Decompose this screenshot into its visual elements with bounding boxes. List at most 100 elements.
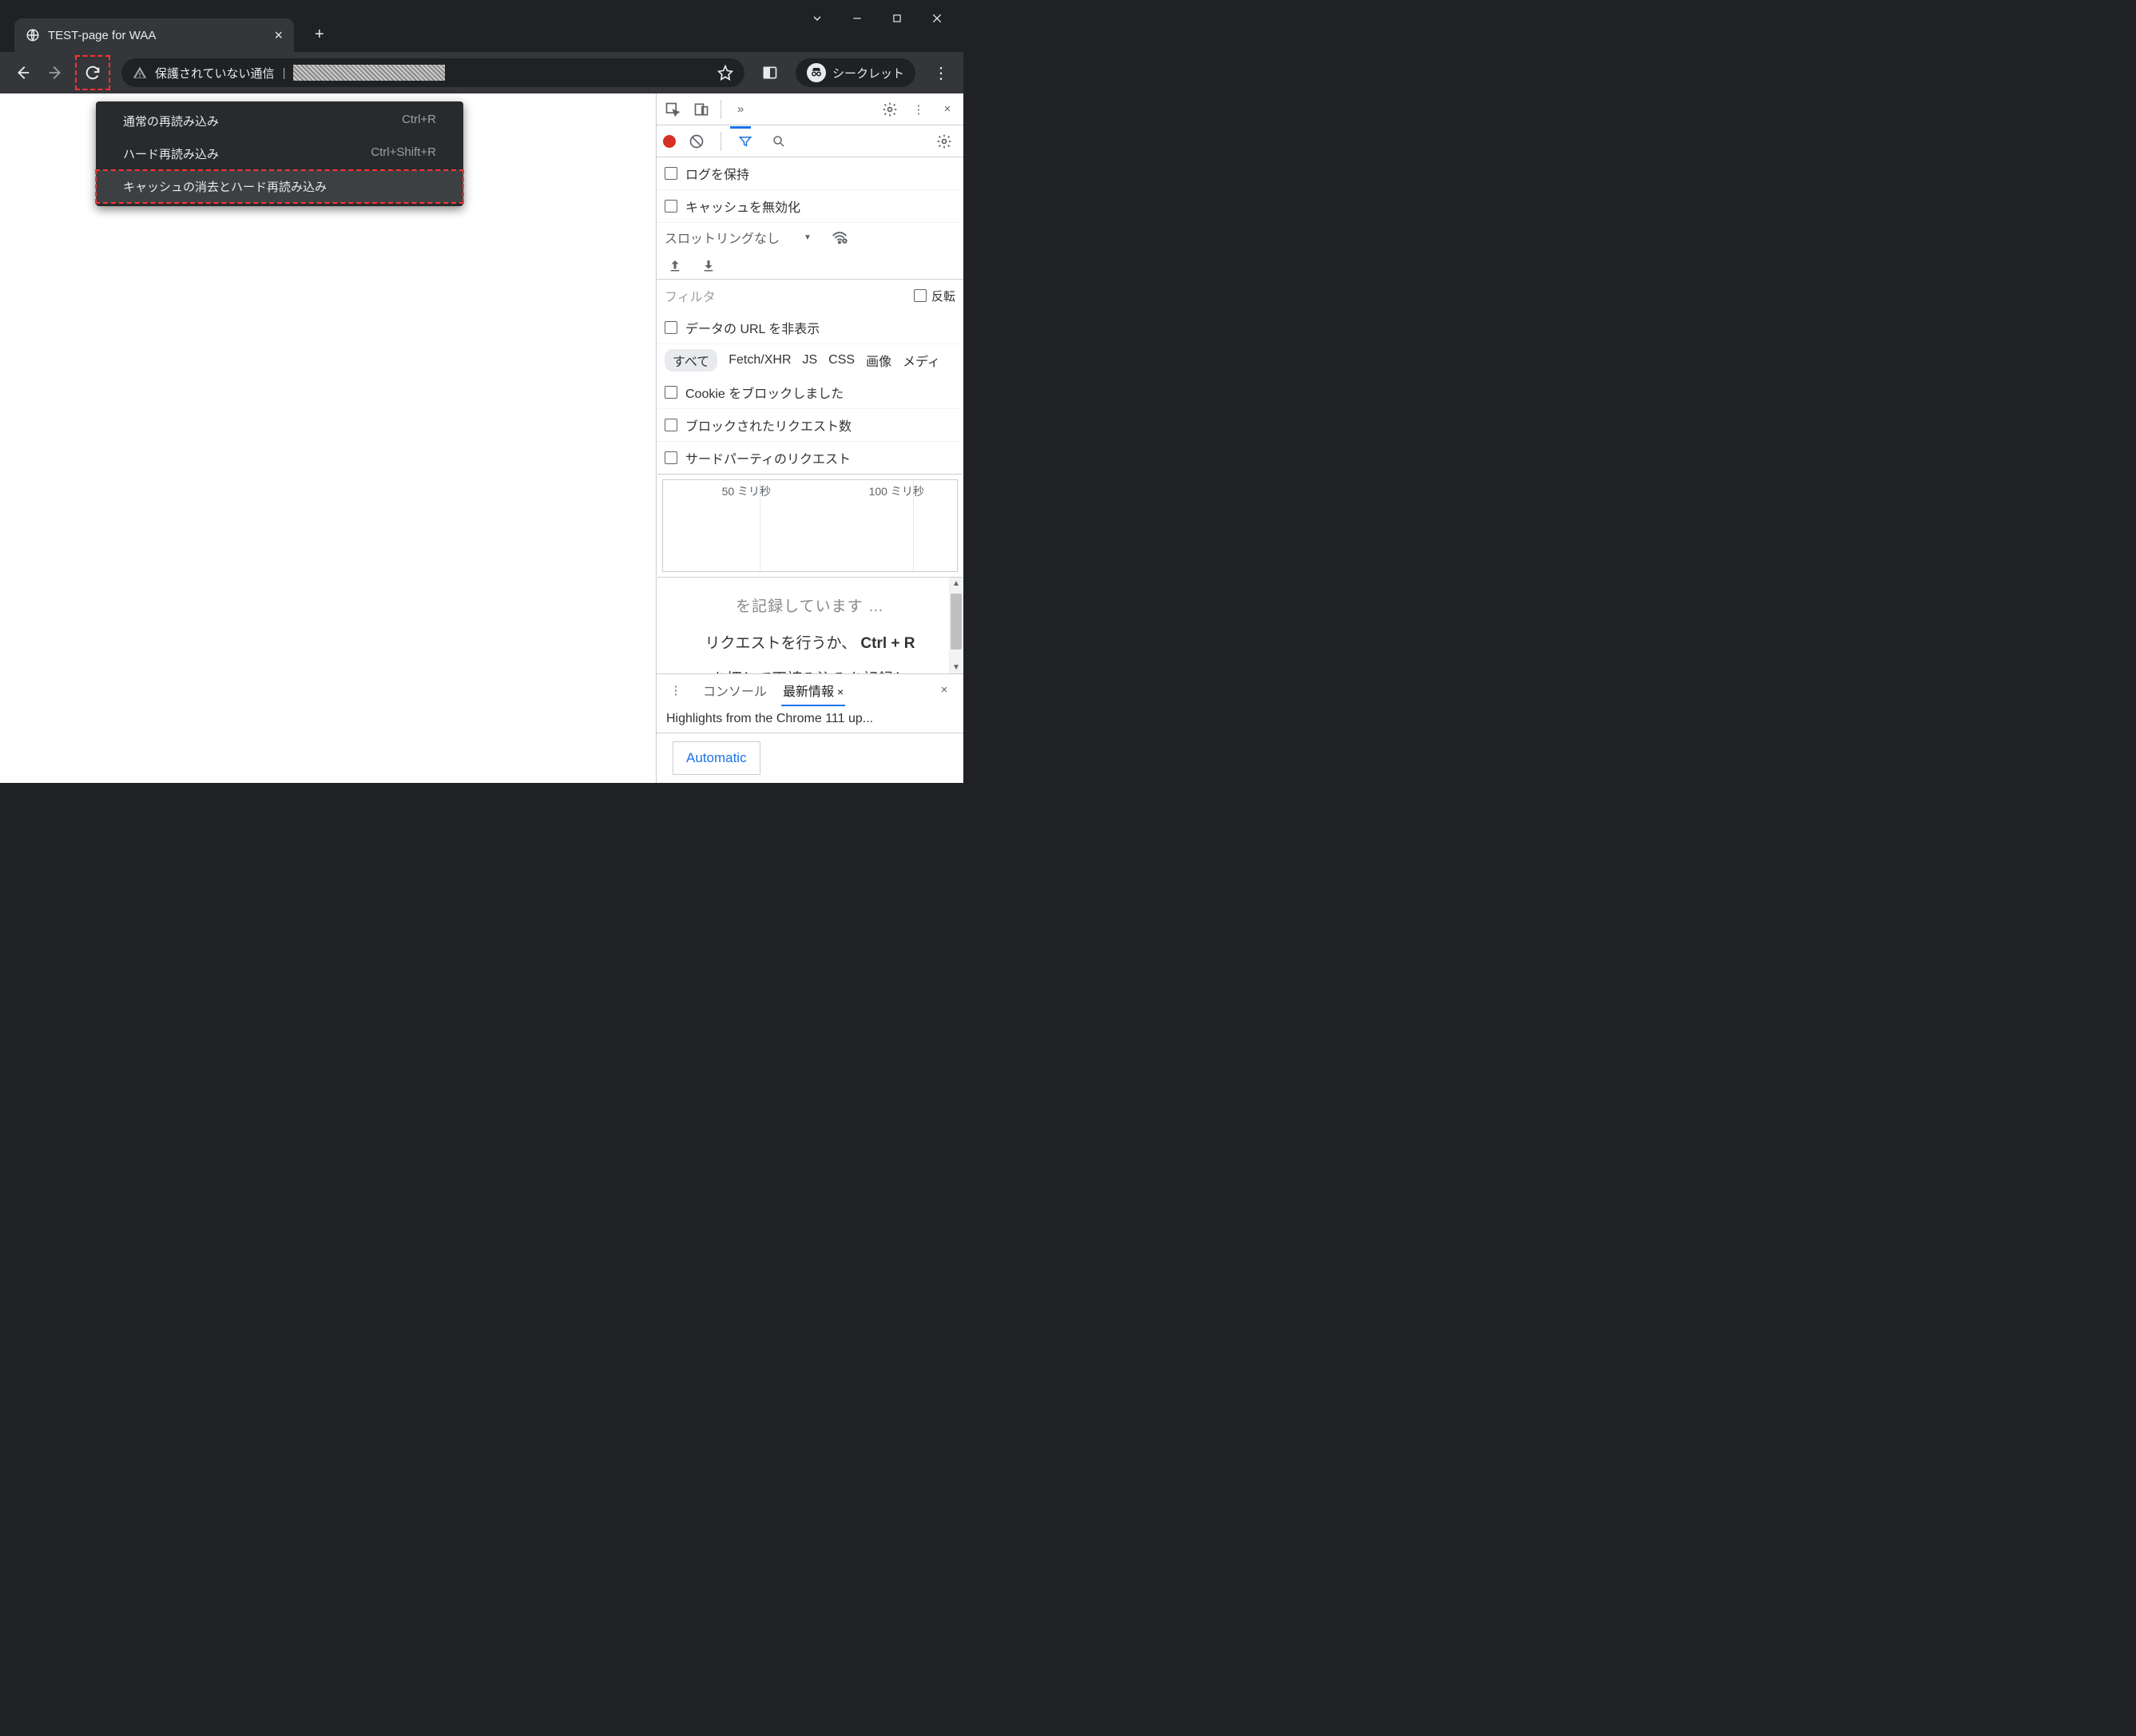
scrollbar[interactable]: ▲ ▼ (949, 578, 963, 673)
network-conditions-icon[interactable] (831, 228, 848, 246)
new-tab-button[interactable]: + (315, 26, 324, 44)
warning-icon (133, 66, 147, 80)
address-bar[interactable]: 保護されていない通信 | (121, 58, 744, 87)
network-toolbar (657, 125, 963, 157)
filter-input[interactable]: フィルタ (665, 286, 906, 305)
toolbar-right: シークレット ⋮ (756, 58, 955, 87)
reload-button[interactable] (78, 58, 107, 87)
checkbox[interactable] (665, 386, 677, 399)
reload-context-menu: 通常の再読み込み Ctrl+R ハード再読み込み Ctrl+Shift+R キャ… (96, 101, 463, 206)
chevron-down-icon[interactable] (805, 6, 829, 30)
drawer-tab-whatsnew[interactable]: 最新情報× (781, 674, 845, 706)
third-party-label: サードパーティのリクエスト (685, 448, 851, 467)
close-icon[interactable]: × (837, 685, 844, 698)
settings-gear-icon[interactable] (877, 97, 903, 122)
ctx-item-shortcut: Ctrl+Shift+R (371, 145, 436, 162)
timeline-overview[interactable]: 50 ミリ秒 100 ミリ秒 (657, 474, 963, 578)
requests-placeholder-area: を記録しています … リクエストを行うか、 Ctrl + R を押して再読み込み… (657, 578, 963, 673)
drawer-close-icon[interactable]: × (931, 677, 957, 703)
reload-button-highlight (75, 55, 110, 90)
filter-css[interactable]: CSS (828, 353, 855, 367)
browser-toolbar: 保護されていない通信 | シークレット ⋮ (0, 52, 963, 93)
blocked-cookies-label: Cookie をブロックしました (685, 383, 844, 402)
hide-data-urls-row[interactable]: データの URL を非表示 (657, 312, 963, 344)
devtools-tabbar: » ⋮ × (657, 93, 963, 125)
incognito-icon (807, 63, 826, 82)
blocked-cookies-row[interactable]: Cookie をブロックしました (657, 376, 963, 409)
drawer-tabs: ⋮ コンソール 最新情報× × (657, 673, 963, 705)
placeholder-truncated: を記録しています … (657, 589, 963, 626)
devtools-panel: » ⋮ × ログを保 (656, 93, 963, 783)
invert-checkbox[interactable]: 反転 (914, 288, 955, 304)
titlebar: TEST-page for WAA × + (0, 0, 963, 52)
drawer-highlights: Highlights from the Chrome 111 up... (657, 705, 963, 733)
filter-icon[interactable] (733, 129, 758, 154)
ctx-empty-cache-hard-reload[interactable]: キャッシュの消去とハード再読み込み (96, 170, 463, 203)
checkbox[interactable] (914, 289, 927, 302)
ctx-hard-reload[interactable]: ハード再読み込み Ctrl+Shift+R (96, 137, 463, 170)
filter-img[interactable]: 画像 (866, 351, 891, 370)
tab-title: TEST-page for WAA (48, 29, 266, 42)
dropdown-triangle-icon[interactable]: ▼ (804, 233, 812, 242)
blocked-requests-label: ブロックされたリクエスト数 (685, 415, 852, 435)
filter-js[interactable]: JS (803, 353, 818, 367)
disable-cache-label: キャッシュを無効化 (685, 197, 800, 216)
preserve-log-row[interactable]: ログを保持 (657, 157, 963, 190)
back-button[interactable] (8, 58, 37, 87)
maximize-button[interactable] (885, 6, 909, 30)
ctx-normal-reload[interactable]: 通常の再読み込み Ctrl+R (96, 105, 463, 137)
checkbox[interactable] (665, 321, 677, 334)
tab-close-icon[interactable]: × (274, 27, 283, 44)
security-label: 保護されていない通信 (155, 65, 275, 81)
third-party-row[interactable]: サードパーティのリクエスト (657, 442, 963, 474)
disable-cache-row[interactable]: キャッシュを無効化 (657, 190, 963, 223)
timeline-tick: 50 ミリ秒 (722, 483, 771, 499)
close-window-button[interactable] (925, 6, 949, 30)
checkbox[interactable] (665, 419, 677, 431)
device-toolbar-icon[interactable] (689, 97, 714, 122)
filter-all[interactable]: すべて (665, 349, 717, 371)
minimize-button[interactable] (845, 6, 869, 30)
browser-menu-button[interactable]: ⋮ (927, 63, 955, 83)
preserve-log-label: ログを保持 (685, 164, 749, 183)
ctx-item-label: キャッシュの消去とハード再読み込み (123, 178, 327, 195)
content-area: 通常の再読み込み Ctrl+R ハード再読み込み Ctrl+Shift+R キャ… (0, 93, 963, 783)
har-import-export-row (657, 252, 963, 280)
panel-overflow-button[interactable]: » (728, 97, 753, 122)
incognito-badge[interactable]: シークレット (796, 58, 915, 87)
drawer-kebab-icon[interactable]: ⋮ (663, 677, 689, 703)
ctx-item-shortcut: Ctrl+R (402, 113, 436, 129)
checkbox[interactable] (665, 167, 677, 180)
browser-tab[interactable]: TEST-page for WAA × (14, 18, 294, 52)
hide-data-urls-label: データの URL を非表示 (685, 318, 820, 337)
blocked-requests-row[interactable]: ブロックされたリクエスト数 (657, 409, 963, 442)
drawer-card[interactable]: Automatic (673, 741, 760, 775)
devtools-close-icon[interactable]: × (935, 97, 960, 122)
network-settings-gear-icon[interactable] (931, 129, 957, 154)
forward-button[interactable] (42, 58, 70, 87)
clear-icon[interactable] (684, 129, 709, 154)
invert-label: 反転 (931, 288, 955, 304)
checkbox[interactable] (665, 200, 677, 213)
throttling-label: スロットリングなし (665, 228, 780, 247)
inspect-element-icon[interactable] (660, 97, 685, 122)
window-controls (791, 0, 963, 37)
search-icon[interactable] (766, 129, 792, 154)
timeline-tick: 100 ミリ秒 (869, 483, 924, 499)
throttling-row[interactable]: スロットリングなし ▼ (657, 223, 963, 252)
side-panel-icon[interactable] (756, 58, 784, 87)
devtools-kebab-icon[interactable]: ⋮ (906, 97, 931, 122)
record-button[interactable] (663, 135, 676, 148)
scrollbar-thumb[interactable] (951, 594, 962, 650)
checkbox[interactable] (665, 451, 677, 464)
type-filter-row: すべて Fetch/XHR JS CSS 画像 メディ (657, 344, 963, 376)
download-icon[interactable] (701, 258, 716, 272)
upload-icon[interactable] (668, 258, 682, 272)
page-viewport: 通常の再読み込み Ctrl+R ハード再読み込み Ctrl+Shift+R キャ… (0, 93, 656, 783)
placeholder-text: リクエストを行うか、 (705, 635, 856, 652)
drawer-card-area: Automatic (657, 733, 963, 783)
filter-fetch[interactable]: Fetch/XHR (729, 353, 791, 367)
filter-media[interactable]: メディ (903, 351, 940, 370)
drawer-tab-console[interactable]: コンソール (701, 674, 768, 706)
bookmark-star-icon[interactable] (717, 65, 733, 81)
